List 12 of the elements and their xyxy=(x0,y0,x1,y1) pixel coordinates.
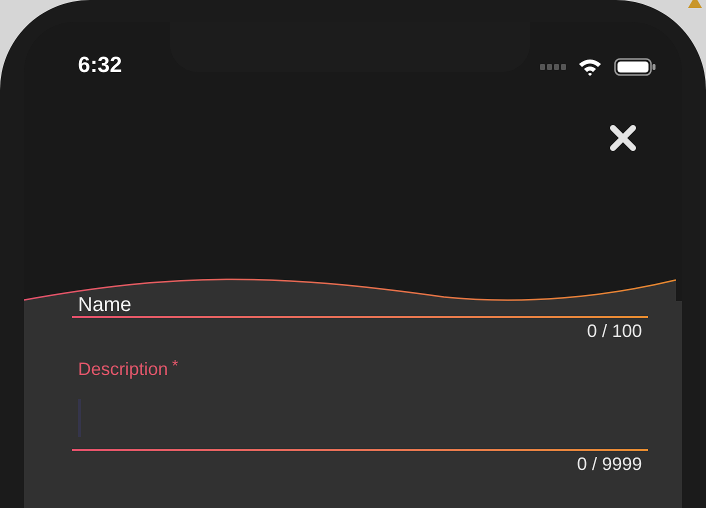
close-icon xyxy=(609,124,637,152)
signal-dots-icon xyxy=(540,64,566,70)
status-time: 6:32 xyxy=(78,54,122,76)
character-counter: 0 / 100 xyxy=(586,321,642,341)
text-field[interactable]: Description * xyxy=(72,359,648,451)
wifi-icon xyxy=(578,58,602,76)
required-mark: * xyxy=(172,359,178,375)
battery-icon xyxy=(614,58,656,76)
field-label: Name xyxy=(78,295,132,315)
character-counter: 0 / 9999 xyxy=(576,454,642,474)
field-label: Description xyxy=(78,359,168,379)
close-button[interactable] xyxy=(607,122,639,154)
